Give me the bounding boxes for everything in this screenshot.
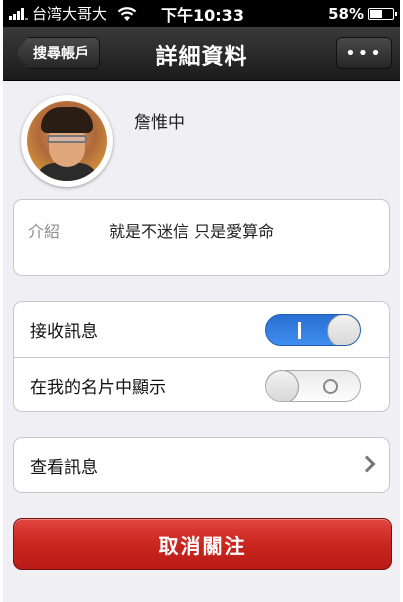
- show-in-card-toggle[interactable]: [265, 370, 361, 402]
- navigation-bar: 搜尋帳戶 詳細資料 •••: [3, 27, 400, 81]
- setting-label: 在我的名片中顯示: [30, 377, 166, 398]
- status-bar: 台湾大哥大 下午10:33 58%: [3, 0, 400, 27]
- setting-row-show-in-card: 在我的名片中顯示: [14, 357, 389, 412]
- view-messages-label: 查看訊息: [30, 457, 98, 478]
- carrier-name: 台湾大哥大: [32, 5, 108, 23]
- settings-card: 接收訊息 在我的名片中顯示: [13, 301, 390, 412]
- intro-label: 介紹: [28, 222, 61, 241]
- more-icon: •••: [345, 42, 383, 64]
- view-messages-row[interactable]: 查看訊息: [14, 438, 389, 492]
- receive-messages-toggle[interactable]: [265, 314, 361, 346]
- battery-icon: [368, 7, 397, 20]
- setting-row-receive-messages: 接收訊息: [14, 302, 389, 357]
- wifi-icon: [117, 6, 137, 22]
- view-messages-card[interactable]: 查看訊息: [13, 437, 390, 493]
- intro-text: 就是不迷信 只是愛算命: [109, 222, 275, 241]
- phone-screen: 台湾大哥大 下午10:33 58% 搜尋帳戶 詳細資料 ••• 詹惟中 介紹 就…: [3, 0, 400, 602]
- chevron-right-icon: [358, 455, 376, 473]
- clock: 下午10:33: [161, 5, 244, 25]
- profile-name: 詹惟中: [134, 113, 185, 133]
- setting-label: 接收訊息: [30, 322, 98, 342]
- profile-photo: [27, 101, 107, 181]
- intro-card: 介紹 就是不迷信 只是愛算命: [13, 199, 390, 276]
- battery-percent: 58%: [328, 4, 364, 23]
- toggle-knob: [266, 371, 299, 401]
- toggle-knob: [327, 315, 360, 345]
- signal-icon: [9, 7, 28, 20]
- unfollow-button[interactable]: 取消關注: [13, 518, 392, 570]
- avatar[interactable]: [21, 95, 113, 187]
- more-options-button[interactable]: •••: [336, 37, 392, 69]
